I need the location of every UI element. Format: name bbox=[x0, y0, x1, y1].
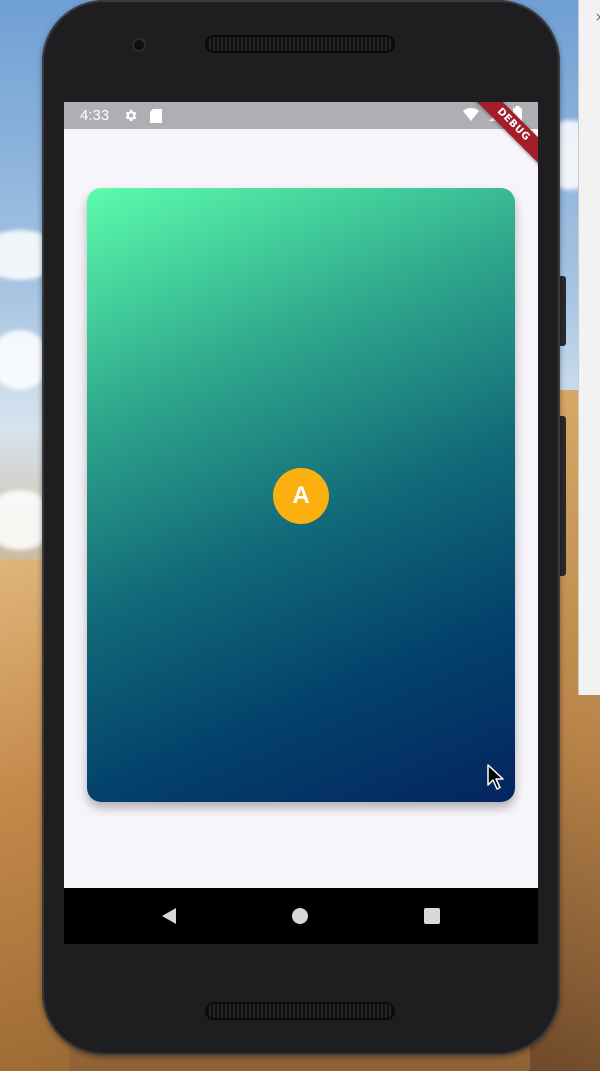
back-icon[interactable] bbox=[157, 904, 181, 928]
sd-card-icon bbox=[150, 108, 163, 123]
avatar[interactable]: A bbox=[273, 468, 329, 524]
mouse-cursor-icon bbox=[487, 764, 505, 794]
close-icon[interactable]: × bbox=[595, 10, 600, 24]
status-bar: 4:33 DEBUG bbox=[64, 102, 538, 171]
background-window[interactable]: × bbox=[578, 0, 600, 695]
top-speaker bbox=[205, 35, 395, 53]
front-camera bbox=[132, 38, 146, 52]
wifi-icon bbox=[463, 107, 479, 125]
status-time: 4:33 bbox=[80, 107, 110, 124]
home-icon[interactable] bbox=[288, 904, 312, 928]
settings-icon bbox=[123, 108, 138, 123]
phone-frame: 4:33 DEBUG A bbox=[42, 0, 560, 1055]
recents-icon[interactable] bbox=[420, 904, 444, 928]
app-screen: 4:33 DEBUG A bbox=[64, 102, 538, 944]
bottom-speaker bbox=[205, 1002, 395, 1020]
navigation-bar bbox=[64, 888, 538, 944]
gradient-card[interactable]: A bbox=[87, 188, 515, 802]
